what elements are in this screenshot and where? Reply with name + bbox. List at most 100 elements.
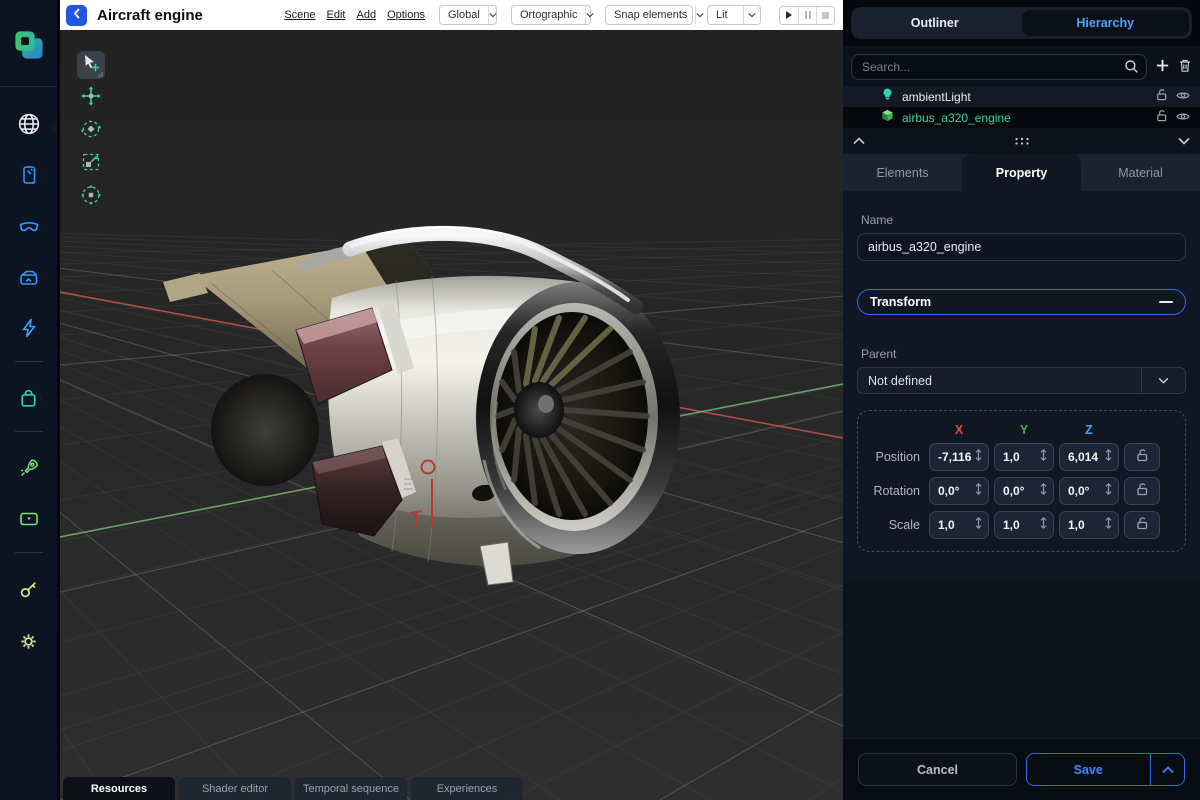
scale-row-label: Scale [868, 518, 924, 532]
app-logo-icon[interactable] [12, 28, 46, 62]
viewport-canvas[interactable] [60, 30, 843, 800]
stop-icon [822, 12, 829, 19]
sidebar-item-publish[interactable] [0, 452, 57, 488]
tab-elements[interactable]: Elements [843, 154, 962, 191]
delete-node-button[interactable] [1178, 58, 1192, 76]
rotation-z-input[interactable]: 0,0° [1059, 477, 1119, 505]
cancel-button[interactable]: Cancel [858, 753, 1017, 786]
tool-move[interactable] [77, 84, 105, 112]
projection-select[interactable]: Ortographic [511, 5, 591, 25]
rotation-lock-button[interactable] [1124, 477, 1160, 505]
spinner-icon[interactable] [1039, 516, 1048, 535]
sidebar-item-shop[interactable] [0, 383, 57, 419]
key-icon [17, 578, 40, 606]
vr-headset-icon [17, 266, 41, 295]
drag-handle[interactable] [865, 136, 1178, 146]
collapse-minus-icon [1159, 301, 1173, 303]
sidebar-item-access[interactable] [0, 574, 57, 610]
eye-icon[interactable] [1176, 109, 1190, 127]
spinner-icon[interactable] [1039, 482, 1048, 501]
tool-scale[interactable] [77, 150, 105, 178]
spinner-icon[interactable] [974, 482, 983, 501]
unlock-icon[interactable] [1155, 88, 1168, 106]
search-icon [1124, 59, 1139, 79]
tree-row-ambient-light[interactable]: ambientLight [843, 86, 1200, 107]
sidebar-item-vr-glasses[interactable] [0, 211, 57, 247]
tool-rotate[interactable] [77, 117, 105, 145]
sidebar-item-settings[interactable] [0, 626, 57, 662]
sidebar-item-media[interactable] [0, 503, 57, 539]
collapse-down-button[interactable] [1178, 132, 1190, 150]
back-button[interactable] [66, 5, 87, 26]
scene-tree: ambientLight [843, 86, 1200, 128]
move-icon [80, 85, 102, 112]
scale-y-input[interactable]: 1,0 [994, 511, 1054, 539]
app-root: Aircraft engine Scene Edit Add Options G… [0, 0, 1200, 800]
menu-edit[interactable]: Edit [327, 9, 346, 21]
parent-select[interactable]: Not defined [857, 367, 1186, 394]
spinner-icon[interactable] [1039, 448, 1048, 467]
tab-property[interactable]: Property [962, 154, 1081, 191]
universal-transform-icon [80, 184, 102, 211]
sidebar-item-mobile[interactable] [0, 159, 57, 195]
add-node-button[interactable] [1156, 59, 1169, 75]
unlock-icon[interactable] [1155, 109, 1168, 127]
tab-hierarchy[interactable]: Hierarchy [1022, 10, 1190, 36]
sidebar-item-lightning[interactable] [0, 312, 57, 348]
tree-row-engine[interactable]: airbus_a320_engine [843, 107, 1200, 128]
transform-section-header[interactable]: Transform [857, 289, 1186, 315]
position-y-input[interactable]: 1,0 [994, 443, 1054, 471]
light-bulb-icon [881, 87, 894, 106]
tab-outliner[interactable]: Outliner [851, 7, 1019, 39]
search-input[interactable] [851, 54, 1147, 80]
scale-lock-button[interactable] [1124, 511, 1160, 539]
main-area: Aircraft engine Scene Edit Add Options G… [60, 0, 843, 800]
save-options-button[interactable] [1151, 754, 1184, 785]
vr-glasses-icon [17, 215, 41, 244]
position-row-label: Position [868, 450, 924, 464]
tab-experiences[interactable]: Experiences [411, 777, 523, 800]
spinner-icon[interactable] [974, 448, 983, 467]
collapse-up-button[interactable] [853, 132, 865, 150]
coordinate-space-select[interactable]: Global [439, 5, 497, 25]
tool-transform[interactable] [77, 183, 105, 211]
eye-icon[interactable] [1176, 88, 1190, 106]
scale-x-input[interactable]: 1,0 [929, 511, 989, 539]
panel-resize-strip [843, 128, 1200, 154]
menu-options[interactable]: Options [387, 9, 425, 21]
tab-shader-editor[interactable]: Shader editor [179, 777, 291, 800]
pause-button[interactable] [798, 7, 816, 24]
save-button-label[interactable]: Save [1027, 754, 1150, 785]
spinner-icon[interactable] [1104, 516, 1113, 535]
sidebar-item-vr-headset[interactable] [0, 262, 57, 298]
select-cursor-icon [80, 52, 102, 79]
menu-scene[interactable]: Scene [284, 9, 315, 21]
position-z-input[interactable]: 6,014 [1059, 443, 1119, 471]
save-button[interactable]: Save [1026, 753, 1185, 786]
position-x-input[interactable]: -7,116 [929, 443, 989, 471]
scale-z-input[interactable]: 1,0 [1059, 511, 1119, 539]
rotation-x-input[interactable]: 0,0° [929, 477, 989, 505]
play-button[interactable] [780, 7, 798, 24]
shading-select[interactable]: Lit [707, 5, 761, 25]
spinner-icon[interactable] [974, 516, 983, 535]
play-icon [786, 11, 792, 19]
name-field[interactable] [857, 233, 1186, 261]
tab-resources[interactable]: Resources [63, 777, 175, 800]
menu-add[interactable]: Add [357, 9, 377, 21]
page-title: Aircraft engine [97, 7, 203, 24]
stop-button[interactable] [816, 7, 834, 24]
lightning-icon [18, 317, 40, 344]
outliner-tab-bar: Outliner Hierarchy [851, 7, 1192, 39]
spinner-icon[interactable] [1104, 448, 1113, 467]
pause-icon [805, 11, 811, 19]
globe-icon [17, 112, 41, 141]
tab-material[interactable]: Material [1081, 154, 1200, 191]
rotation-y-input[interactable]: 0,0° [994, 477, 1054, 505]
axis-x-label: X [929, 423, 989, 437]
tab-temporal-sequence[interactable]: Temporal sequence [295, 777, 407, 800]
tool-select[interactable] [77, 51, 105, 79]
snap-select[interactable]: Snap elements [605, 5, 693, 25]
spinner-icon[interactable] [1104, 482, 1113, 501]
position-lock-button[interactable] [1124, 443, 1160, 471]
